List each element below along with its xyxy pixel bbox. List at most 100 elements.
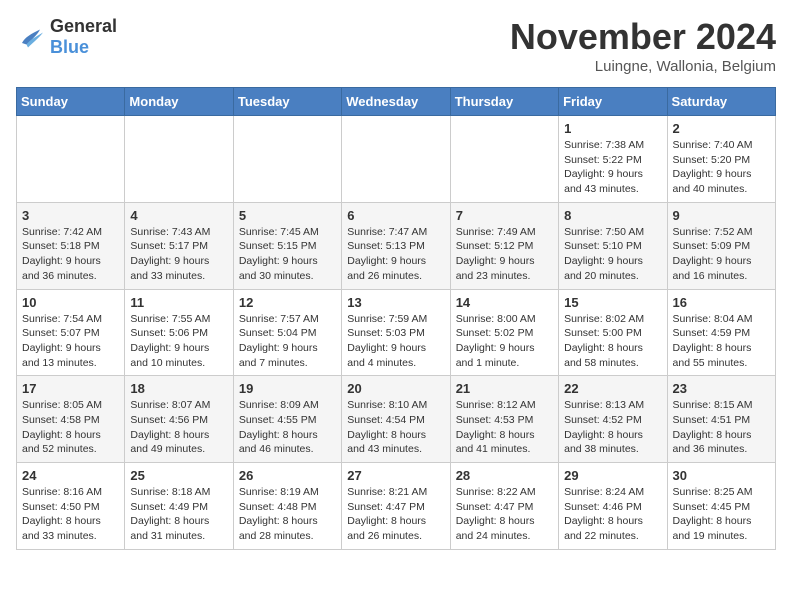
day-number: 4 — [130, 208, 227, 223]
day-info: Sunrise: 7:43 AM Sunset: 5:17 PM Dayligh… — [130, 225, 227, 284]
day-info: Sunrise: 7:57 AM Sunset: 5:04 PM Dayligh… — [239, 312, 336, 371]
calendar-day-cell: 8 Sunrise: 7:50 AM Sunset: 5:10 PM Daylig… — [559, 202, 667, 289]
day-info: Sunrise: 8:09 AM Sunset: 4:55 PM Dayligh… — [239, 398, 336, 457]
day-info: Sunrise: 8:18 AM Sunset: 4:49 PM Dayligh… — [130, 485, 227, 544]
day-info: Sunrise: 8:02 AM Sunset: 5:00 PM Dayligh… — [564, 312, 661, 371]
calendar-day-cell: 17Sunrise: 8:05 AM Sunset: 4:58 PM Dayli… — [17, 376, 125, 463]
day-number: 11 — [130, 295, 227, 310]
calendar-week-row: 24 Sunrise: 8:16 AM Sunset: 4:50 PM Dayli… — [17, 463, 776, 550]
day-number: 14 — [456, 295, 553, 310]
logo-blue-text: Blue — [50, 37, 89, 57]
weekday-header-row: SundayMondayTuesdayWednesdayThursdayFrid… — [17, 88, 776, 116]
logo: General Blue — [16, 16, 117, 58]
calendar-day-cell: 2 Sunrise: 7:40 AM Sunset: 5:20 PM Daylig… — [667, 116, 775, 203]
header: General Blue November 2024 Luingne, Wall… — [16, 16, 776, 75]
calendar-day-cell: 6 Sunrise: 7:47 AM Sunset: 5:13 PM Daylig… — [342, 202, 450, 289]
month-title: November 2024 — [510, 16, 776, 58]
day-info: Sunrise: 7:47 AM Sunset: 5:13 PM Dayligh… — [347, 225, 444, 284]
day-number: 3 — [22, 208, 119, 223]
day-number: 24 — [22, 468, 119, 483]
day-number: 20 — [347, 381, 444, 396]
calendar-day-cell: 5Sunrise: 7:45 AM Sunset: 5:15 PM Daylig… — [233, 202, 341, 289]
day-info: Sunrise: 7:40 AM Sunset: 5:20 PM Dayligh… — [673, 138, 770, 197]
calendar-day-cell — [17, 116, 125, 203]
weekday-header-monday: Monday — [125, 88, 233, 116]
calendar-day-cell: 14Sunrise: 8:00 AM Sunset: 5:02 PM Dayli… — [450, 289, 558, 376]
calendar-day-cell: 1 Sunrise: 7:38 AM Sunset: 5:22 PM Daylig… — [559, 116, 667, 203]
weekday-header-thursday: Thursday — [450, 88, 558, 116]
calendar-week-row: 1 Sunrise: 7:38 AM Sunset: 5:22 PM Daylig… — [17, 116, 776, 203]
weekday-header-sunday: Sunday — [17, 88, 125, 116]
day-info: Sunrise: 7:52 AM Sunset: 5:09 PM Dayligh… — [673, 225, 770, 284]
day-number: 13 — [347, 295, 444, 310]
day-number: 10 — [22, 295, 119, 310]
calendar-day-cell: 19 Sunrise: 8:09 AM Sunset: 4:55 PM Dayli… — [233, 376, 341, 463]
calendar-day-cell — [233, 116, 341, 203]
day-number: 18 — [130, 381, 227, 396]
day-info: Sunrise: 7:55 AM Sunset: 5:06 PM Dayligh… — [130, 312, 227, 371]
day-info: Sunrise: 7:50 AM Sunset: 5:10 PM Dayligh… — [564, 225, 661, 284]
day-number: 19 — [239, 381, 336, 396]
day-number: 23 — [673, 381, 770, 396]
day-number: 7 — [456, 208, 553, 223]
calendar-day-cell: 24 Sunrise: 8:16 AM Sunset: 4:50 PM Dayli… — [17, 463, 125, 550]
day-info: Sunrise: 7:59 AM Sunset: 5:03 PM Dayligh… — [347, 312, 444, 371]
calendar-day-cell: 26 Sunrise: 8:19 AM Sunset: 4:48 PM Dayli… — [233, 463, 341, 550]
logo-general-text: General — [50, 16, 117, 36]
calendar-day-cell: 23 Sunrise: 8:15 AM Sunset: 4:51 PM Dayli… — [667, 376, 775, 463]
calendar-table: SundayMondayTuesdayWednesdayThursdayFrid… — [16, 87, 776, 550]
day-info: Sunrise: 7:54 AM Sunset: 5:07 PM Dayligh… — [22, 312, 119, 371]
calendar-day-cell — [125, 116, 233, 203]
calendar-day-cell: 15Sunrise: 8:02 AM Sunset: 5:00 PM Dayli… — [559, 289, 667, 376]
calendar-day-cell: 25Sunrise: 8:18 AM Sunset: 4:49 PM Dayli… — [125, 463, 233, 550]
day-number: 12 — [239, 295, 336, 310]
calendar-day-cell: 7 Sunrise: 7:49 AM Sunset: 5:12 PM Daylig… — [450, 202, 558, 289]
day-number: 1 — [564, 121, 661, 136]
calendar-day-cell: 16Sunrise: 8:04 AM Sunset: 4:59 PM Dayli… — [667, 289, 775, 376]
calendar-day-cell — [450, 116, 558, 203]
location-subtitle: Luingne, Wallonia, Belgium — [510, 58, 776, 75]
day-number: 30 — [673, 468, 770, 483]
day-number: 21 — [456, 381, 553, 396]
day-info: Sunrise: 8:16 AM Sunset: 4:50 PM Dayligh… — [22, 485, 119, 544]
calendar-day-cell: 4 Sunrise: 7:43 AM Sunset: 5:17 PM Daylig… — [125, 202, 233, 289]
day-number: 2 — [673, 121, 770, 136]
day-info: Sunrise: 8:07 AM Sunset: 4:56 PM Dayligh… — [130, 398, 227, 457]
day-info: Sunrise: 8:25 AM Sunset: 4:45 PM Dayligh… — [673, 485, 770, 544]
day-number: 26 — [239, 468, 336, 483]
calendar-week-row: 17Sunrise: 8:05 AM Sunset: 4:58 PM Dayli… — [17, 376, 776, 463]
calendar-day-cell: 28 Sunrise: 8:22 AM Sunset: 4:47 PM Dayli… — [450, 463, 558, 550]
day-info: Sunrise: 8:05 AM Sunset: 4:58 PM Dayligh… — [22, 398, 119, 457]
day-info: Sunrise: 7:42 AM Sunset: 5:18 PM Dayligh… — [22, 225, 119, 284]
day-info: Sunrise: 8:22 AM Sunset: 4:47 PM Dayligh… — [456, 485, 553, 544]
day-info: Sunrise: 7:49 AM Sunset: 5:12 PM Dayligh… — [456, 225, 553, 284]
calendar-day-cell: 12 Sunrise: 7:57 AM Sunset: 5:04 PM Dayli… — [233, 289, 341, 376]
day-info: Sunrise: 8:24 AM Sunset: 4:46 PM Dayligh… — [564, 485, 661, 544]
calendar-day-cell: 20Sunrise: 8:10 AM Sunset: 4:54 PM Dayli… — [342, 376, 450, 463]
calendar-day-cell: 3 Sunrise: 7:42 AM Sunset: 5:18 PM Daylig… — [17, 202, 125, 289]
day-number: 5 — [239, 208, 336, 223]
calendar-day-cell: 13 Sunrise: 7:59 AM Sunset: 5:03 PM Dayli… — [342, 289, 450, 376]
weekday-header-wednesday: Wednesday — [342, 88, 450, 116]
day-info: Sunrise: 8:19 AM Sunset: 4:48 PM Dayligh… — [239, 485, 336, 544]
day-number: 29 — [564, 468, 661, 483]
logo-bird-icon — [16, 22, 46, 52]
day-number: 8 — [564, 208, 661, 223]
day-number: 22 — [564, 381, 661, 396]
calendar-day-cell — [342, 116, 450, 203]
calendar-week-row: 3 Sunrise: 7:42 AM Sunset: 5:18 PM Daylig… — [17, 202, 776, 289]
day-info: Sunrise: 7:38 AM Sunset: 5:22 PM Dayligh… — [564, 138, 661, 197]
calendar-day-cell: 30 Sunrise: 8:25 AM Sunset: 4:45 PM Dayli… — [667, 463, 775, 550]
day-number: 16 — [673, 295, 770, 310]
day-number: 6 — [347, 208, 444, 223]
calendar-day-cell: 29 Sunrise: 8:24 AM Sunset: 4:46 PM Dayli… — [559, 463, 667, 550]
day-info: Sunrise: 8:12 AM Sunset: 4:53 PM Dayligh… — [456, 398, 553, 457]
calendar-day-cell: 27Sunrise: 8:21 AM Sunset: 4:47 PM Dayli… — [342, 463, 450, 550]
day-number: 9 — [673, 208, 770, 223]
weekday-header-friday: Friday — [559, 88, 667, 116]
day-number: 28 — [456, 468, 553, 483]
day-info: Sunrise: 8:15 AM Sunset: 4:51 PM Dayligh… — [673, 398, 770, 457]
day-number: 27 — [347, 468, 444, 483]
title-block: November 2024 Luingne, Wallonia, Belgium — [510, 16, 776, 75]
calendar-day-cell: 9 Sunrise: 7:52 AM Sunset: 5:09 PM Daylig… — [667, 202, 775, 289]
